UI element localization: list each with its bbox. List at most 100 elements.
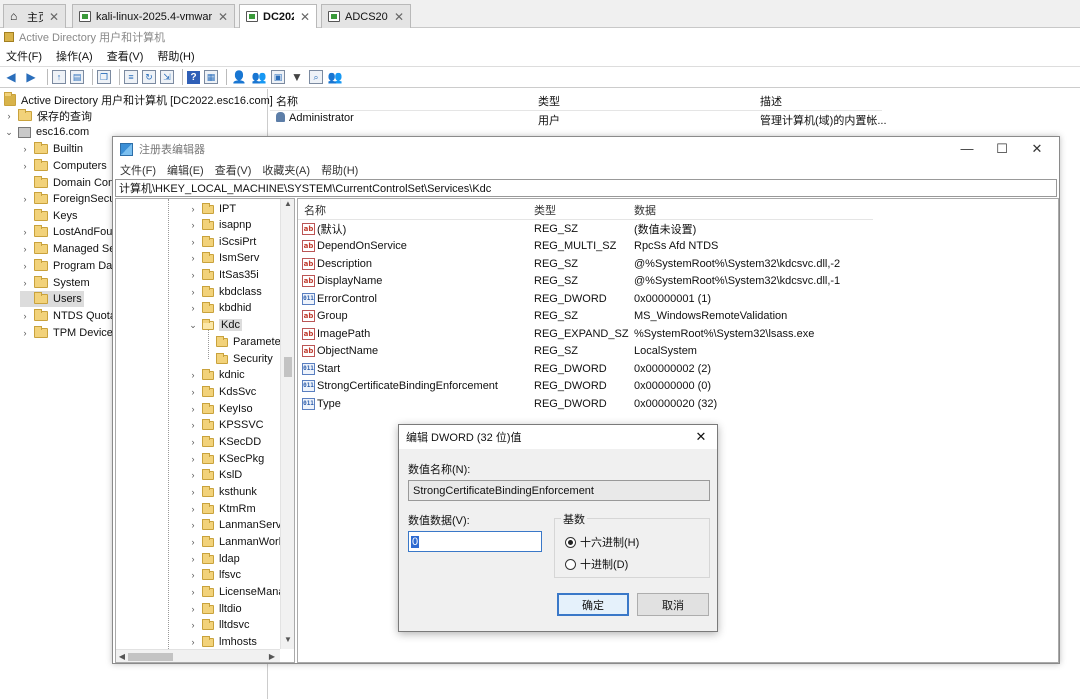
close-icon[interactable]: ✕ xyxy=(300,10,310,24)
column-header-data[interactable]: 数据 xyxy=(634,201,656,219)
tree-item-kdssvc[interactable]: › KdsSvc xyxy=(188,384,256,400)
column-header-name[interactable]: 名称 xyxy=(304,201,326,219)
chevron-right-icon[interactable]: › xyxy=(188,604,198,614)
view-icon[interactable]: ▦ xyxy=(204,70,218,84)
chevron-right-icon[interactable]: › xyxy=(20,261,30,271)
tab-home[interactable]: ⌂ 主页 ✕ xyxy=(3,4,66,28)
close-icon[interactable]: ✕ xyxy=(394,10,404,24)
show-tree-icon[interactable]: ▤ xyxy=(70,70,84,84)
tree-item-lfsvc[interactable]: › lfsvc xyxy=(188,567,241,583)
tab-adcs2022[interactable]: ADCS2022 ✕ xyxy=(321,4,411,28)
value-row-group[interactable]: ab Group xyxy=(302,307,348,324)
new-group-icon[interactable]: 👥 xyxy=(251,69,267,85)
scrollbar-thumb[interactable] xyxy=(284,357,292,377)
copy-icon[interactable]: ❐ xyxy=(97,70,111,84)
value-row-description[interactable]: ab Description xyxy=(302,255,372,272)
chevron-right-icon[interactable]: › xyxy=(188,537,198,547)
tree-item-keyiso[interactable]: › KeyIso xyxy=(188,401,253,417)
tree-item-domain-controllers[interactable]: Domain Con xyxy=(20,175,114,191)
chevron-right-icon[interactable]: › xyxy=(188,420,198,430)
ok-button[interactable]: 确定 xyxy=(557,593,629,616)
dialog-close-button[interactable]: ✕ xyxy=(691,427,711,447)
tree-item-security[interactable]: Security xyxy=(216,351,273,367)
tree-item-ksecpkg[interactable]: › KSecPkg xyxy=(188,451,264,467)
tree-item-itsas35i[interactable]: › ItSas35i xyxy=(188,267,259,283)
tree-item-ldap[interactable]: › ldap xyxy=(188,551,240,567)
value-row-errorcontrol[interactable]: 011 ErrorControl xyxy=(302,290,377,307)
tree-vertical-scrollbar[interactable]: ▲ ▼ xyxy=(280,199,294,649)
tree-item-ktmrm[interactable]: › KtmRm xyxy=(188,501,256,517)
tree-item-lltdio[interactable]: › lltdio xyxy=(188,601,242,617)
tree-item-kdnic[interactable]: › kdnic xyxy=(188,367,245,383)
find-icon[interactable]: ⌕ xyxy=(309,70,323,84)
chevron-right-icon[interactable]: › xyxy=(20,161,30,171)
tree-item-computers[interactable]: › Computers xyxy=(20,158,107,174)
add-to-group-icon[interactable]: 👥 xyxy=(327,69,343,85)
tree-domain[interactable]: ⌄ esc16.com xyxy=(4,124,89,140)
chevron-right-icon[interactable]: › xyxy=(188,220,198,230)
chevron-right-icon[interactable]: › xyxy=(188,470,198,480)
chevron-right-icon[interactable]: › xyxy=(188,270,198,280)
menu-favorites[interactable]: 收藏夹(A) xyxy=(262,162,310,178)
help-icon[interactable]: ? xyxy=(187,70,200,84)
tree-item-kpssvc[interactable]: › KPSSVC xyxy=(188,417,264,433)
list-item[interactable]: Administrator xyxy=(276,112,354,129)
chevron-right-icon[interactable]: › xyxy=(188,554,198,564)
tree-item-managed-service[interactable]: › Managed Se xyxy=(20,241,115,257)
tree-item-licensemanager[interactable]: › LicenseMana xyxy=(188,584,284,600)
chevron-right-icon[interactable]: › xyxy=(20,278,30,288)
chevron-right-icon[interactable]: › xyxy=(188,454,198,464)
scroll-right-icon[interactable]: ▶ xyxy=(266,650,278,662)
tree-item-ksthunk[interactable]: › ksthunk xyxy=(188,484,257,500)
tree-item-parameters[interactable]: Parameter xyxy=(216,334,284,350)
tree-item-kbdclass[interactable]: › kbdclass xyxy=(188,284,262,300)
column-header-type[interactable]: 类型 xyxy=(538,93,560,109)
properties-icon[interactable]: ≡ xyxy=(124,70,138,84)
chevron-down-icon[interactable]: ⌄ xyxy=(4,127,14,138)
maximize-button[interactable]: ☐ xyxy=(984,139,1020,159)
menu-file[interactable]: 文件(F) xyxy=(6,48,42,64)
back-icon[interactable]: ◀ xyxy=(3,69,19,85)
scrollbar-thumb[interactable] xyxy=(128,653,173,661)
filter-icon[interactable]: ▼ xyxy=(289,69,305,85)
menu-help[interactable]: 帮助(H) xyxy=(157,48,194,64)
new-user-icon[interactable]: 👤 xyxy=(231,69,247,85)
tree-item-program-data[interactable]: › Program Dat xyxy=(20,258,115,274)
chevron-right-icon[interactable]: › xyxy=(20,227,30,237)
tree-item-users[interactable]: Users xyxy=(20,291,84,307)
tree-item-kdc[interactable]: ⌄ Kdc xyxy=(188,317,242,333)
chevron-right-icon[interactable]: › xyxy=(188,487,198,497)
value-row-imagepath[interactable]: ab ImagePath xyxy=(302,325,370,342)
close-button[interactable]: ✕ xyxy=(1019,139,1055,159)
chevron-right-icon[interactable]: › xyxy=(20,244,30,254)
tree-item-system[interactable]: › System xyxy=(20,275,90,291)
tree-item-lltdsvc[interactable]: › lltdsvc xyxy=(188,617,250,633)
close-icon[interactable]: ✕ xyxy=(49,10,59,24)
chevron-right-icon[interactable]: › xyxy=(20,194,30,204)
menu-edit[interactable]: 编辑(E) xyxy=(167,162,204,178)
chevron-right-icon[interactable]: › xyxy=(188,620,198,630)
tree-item-kbdhid[interactable]: › kbdhid xyxy=(188,300,251,316)
chevron-down-icon[interactable]: ⌄ xyxy=(188,320,198,331)
tree-root[interactable]: Active Directory 用户和计算机 [DC2022.esc16.co… xyxy=(4,92,273,108)
chevron-right-icon[interactable]: › xyxy=(188,504,198,514)
minimize-button[interactable]: — xyxy=(949,139,985,159)
close-icon[interactable]: ✕ xyxy=(218,10,228,24)
value-row-strongcertificatebindingenforcement[interactable]: 011 StrongCertificateBindingEnforcement xyxy=(302,377,498,394)
tree-item-keys[interactable]: Keys xyxy=(20,208,77,224)
tree-item-ksld[interactable]: › KslD xyxy=(188,467,242,483)
chevron-right-icon[interactable]: › xyxy=(188,253,198,263)
scroll-up-icon[interactable]: ▲ xyxy=(281,199,294,208)
column-header-name[interactable]: 名称 xyxy=(276,93,298,109)
tree-item-iscsiprt[interactable]: › iScsiPrt xyxy=(188,234,256,250)
tree-item-lanmanserver[interactable]: › LanmanServe xyxy=(188,517,288,533)
chevron-right-icon[interactable]: › xyxy=(20,328,30,338)
forward-icon[interactable]: ▶ xyxy=(23,69,39,85)
radio-hex[interactable]: 十六进制(H) xyxy=(565,534,639,550)
value-row-dependonservice[interactable]: ab DependOnService xyxy=(302,237,407,254)
export-icon[interactable]: ⇲ xyxy=(160,70,174,84)
new-ou-icon[interactable]: ▣ xyxy=(271,70,285,84)
up-folder-icon[interactable]: ↑ xyxy=(52,70,66,84)
tree-item-tpm-devices[interactable]: › TPM Devices xyxy=(20,325,118,341)
value-row-start[interactable]: 011 Start xyxy=(302,360,340,377)
